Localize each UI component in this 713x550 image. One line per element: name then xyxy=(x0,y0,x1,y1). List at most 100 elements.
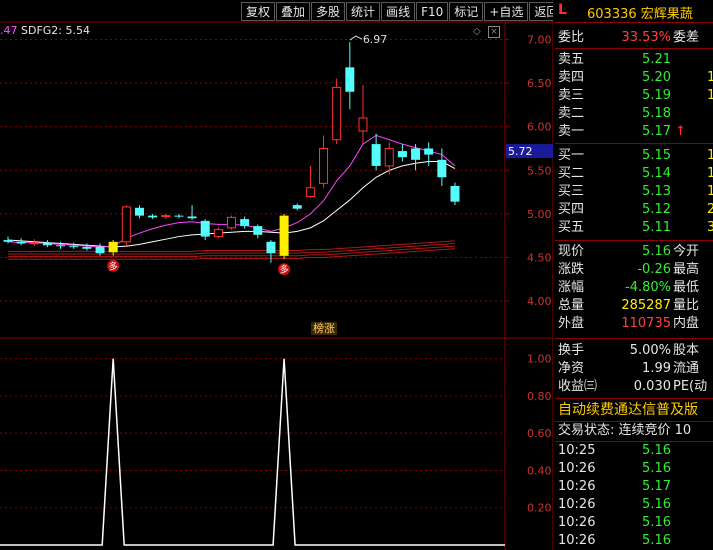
ask-row[interactable]: 卖五 5.21 xyxy=(555,51,713,69)
tick-row[interactable]: 10:26 5.16 xyxy=(555,532,713,550)
toolbar-button-2[interactable]: 多股 xyxy=(311,2,346,21)
quote-row[interactable]: 涨幅 -4.80% 最低 xyxy=(555,279,713,297)
tick-price: 5.17 xyxy=(642,479,671,494)
candle-body-down xyxy=(240,219,250,227)
candle-body-up xyxy=(384,147,394,167)
ask-row[interactable]: 卖三 5.19 1 xyxy=(555,87,713,105)
price-tick-label: 4.50 xyxy=(527,252,552,265)
bid-price: 5.14 xyxy=(642,166,671,181)
fundamental-label: 换手 xyxy=(558,343,585,358)
tick-time: 10:26 xyxy=(558,497,596,512)
toolbar-button-1[interactable]: 叠加 xyxy=(276,2,311,21)
bid-row[interactable]: 买四 5.12 2 xyxy=(555,201,713,219)
tick-row[interactable]: 10:25 5.16 xyxy=(555,442,713,460)
fundamental-row[interactable]: 净资 1.99 流通 xyxy=(555,360,713,378)
bid-label: 买二 xyxy=(558,166,585,181)
trade-status-text: 交易状态: 连续竞价 10 xyxy=(558,423,692,438)
tick-price: 5.16 xyxy=(642,497,671,512)
signal-candle-body xyxy=(108,241,118,253)
quote-label: 涨跌 xyxy=(558,262,585,277)
price-tick-label: 7.00 xyxy=(527,33,552,46)
close-icon[interactable]: × xyxy=(488,26,500,38)
candle-body-down xyxy=(82,247,92,249)
candle-body-down xyxy=(450,185,460,202)
fundamental-row[interactable]: 换手 5.00% 股本 xyxy=(555,342,713,360)
ask-volume: 1 xyxy=(707,70,713,85)
diamond-icon[interactable]: ◇ xyxy=(473,26,481,37)
trade-status-row[interactable]: 交易状态: 连续竞价 10 xyxy=(555,422,713,440)
quote-label: 总量 xyxy=(558,298,585,313)
candle-body-down xyxy=(371,144,381,166)
ask-row[interactable]: 卖四 5.20 1 xyxy=(555,69,713,87)
subscription-notice[interactable]: 自动续费通达信普及版 xyxy=(555,400,713,421)
ask-label: 卖三 xyxy=(558,88,585,103)
bid-volume: 2 xyxy=(707,202,713,217)
quote-value: 5.16 xyxy=(642,244,671,259)
toolbar-button-4[interactable]: 画线 xyxy=(381,2,416,21)
quote-row[interactable]: 总量 285287 量比 xyxy=(555,297,713,315)
toolbar-button-6[interactable]: 标记 xyxy=(449,2,484,21)
lower-tick-label: 0.80 xyxy=(527,390,552,403)
signal-candle-body xyxy=(279,215,289,256)
kline-chart[interactable]: 7.00 6.50 6.00 5.50 5.00 4.50 4.00 1.00 0.80 0.60… xyxy=(0,0,553,550)
ask-label: 卖五 xyxy=(558,52,585,67)
candle-body-down xyxy=(253,226,263,235)
bid-row[interactable]: 买三 5.13 1 xyxy=(555,183,713,201)
lower-indicator-line xyxy=(0,358,505,546)
kline-chart-area[interactable]: 7.00 6.50 6.00 5.50 5.00 4.50 4.00 1.00 0.80 0.60… xyxy=(0,0,553,550)
tick-row[interactable]: 10:26 5.16 xyxy=(555,514,713,532)
fundamental-right-label: PE(动 xyxy=(673,379,708,394)
bid-volume: 3 xyxy=(707,220,713,235)
toolbar-button-7[interactable]: +自选 xyxy=(484,2,529,21)
candle-body-down xyxy=(69,246,79,248)
toolbar-button-0[interactable]: 复权 xyxy=(241,2,276,21)
tick-row[interactable]: 10:26 5.16 xyxy=(555,496,713,514)
toolbar-button-3[interactable]: 统计 xyxy=(346,2,381,21)
candle-body-down xyxy=(345,67,355,92)
ask-row[interactable]: 卖二 5.18 xyxy=(555,105,713,123)
quote-right-label: 最高 xyxy=(673,262,700,277)
ask-label: 卖一 xyxy=(558,124,585,139)
candle-body-down xyxy=(266,241,276,254)
fundamental-label: 净资 xyxy=(558,361,585,376)
tick-price: 5.16 xyxy=(642,515,671,530)
ask-volume: 1 xyxy=(707,88,713,103)
candle-body-up xyxy=(213,229,223,238)
candle-body-down xyxy=(95,247,105,254)
lower-tick-label: 0.20 xyxy=(527,502,552,515)
ask-price: 5.18 xyxy=(642,106,671,121)
lower-tick-label: 1.00 xyxy=(527,353,552,366)
quote-label: 现价 xyxy=(558,244,585,259)
candle-body-up xyxy=(161,215,171,218)
candle-body-down xyxy=(292,205,302,209)
bid-label: 买四 xyxy=(558,202,585,217)
market-tag-badge[interactable]: L xyxy=(558,2,567,18)
tick-row[interactable]: 10:26 5.17 xyxy=(555,478,713,496)
ask-volume: ↑ xyxy=(675,124,686,139)
quote-row[interactable]: 外盘 110735 内盘 xyxy=(555,315,713,333)
lower-tick-label: 0.60 xyxy=(527,427,552,440)
tick-row[interactable]: 10:26 5.16 xyxy=(555,460,713,478)
bid-row[interactable]: 买五 5.11 3 xyxy=(555,219,713,237)
candle-body-down xyxy=(200,220,210,237)
sidebar-divider xyxy=(555,22,713,23)
toolbar-button-8[interactable]: 返回 xyxy=(529,2,553,21)
ask-row[interactable]: 卖一 5.17 ↑ xyxy=(555,123,713,141)
ma-slow-line xyxy=(7,161,456,248)
bid-row[interactable]: 买二 5.14 1 xyxy=(555,165,713,183)
quote-row[interactable]: 涨跌 -0.26 最高 xyxy=(555,261,713,279)
quote-row[interactable]: 现价 5.16 今开 xyxy=(555,243,713,261)
tag-label: 榜涨 xyxy=(313,321,335,335)
weibi-row[interactable]: 委比 33.53% 委差 xyxy=(555,29,713,47)
toolbar-button-5[interactable]: F10 xyxy=(416,2,449,21)
stock-code-name[interactable]: 603336 宏辉果蔬 xyxy=(587,3,693,22)
fundamental-value: 5.00% xyxy=(629,343,671,358)
bid-volume: 1 xyxy=(707,148,713,163)
fundamental-row[interactable]: 收益㈢ 0.030 PE(动 xyxy=(555,378,713,396)
bid-row[interactable]: 买一 5.15 1 xyxy=(555,147,713,165)
stock-terminal-window: 7.00 6.50 6.00 5.50 5.00 4.50 4.00 1.00 0.80 0.60… xyxy=(0,0,713,550)
candle-body-up xyxy=(332,86,342,141)
signal-badge-label: 多 xyxy=(109,260,118,272)
candle-body-down xyxy=(42,242,52,246)
candle-body-down xyxy=(174,215,184,217)
